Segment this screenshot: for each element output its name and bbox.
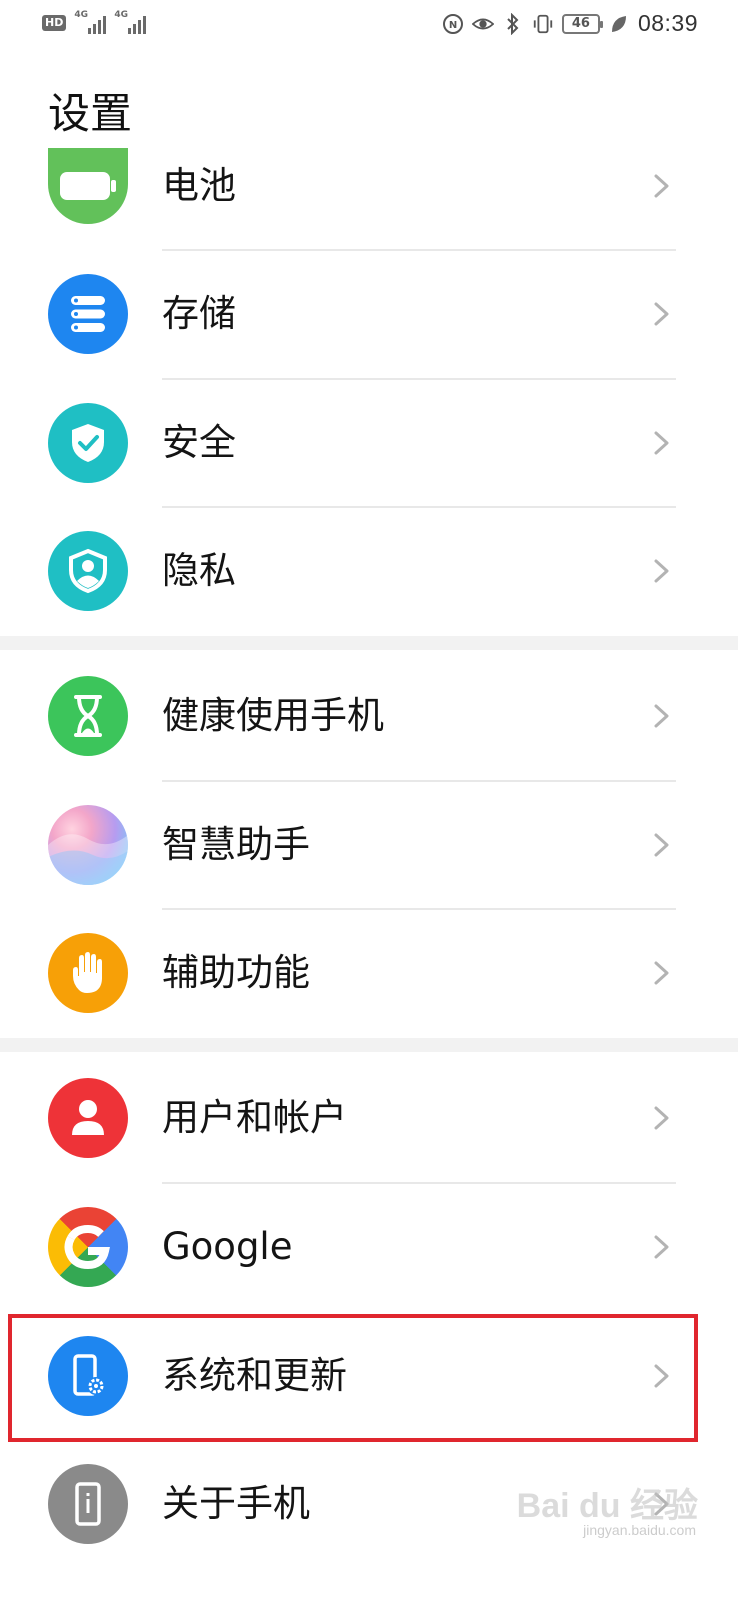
chevron-right-icon [654, 961, 669, 985]
sim1-signal-icon: 4G [74, 10, 107, 34]
settings-item-label: 用户和帐户 [162, 1096, 347, 1139]
settings-item-assistant[interactable]: 智慧助手 [0, 781, 738, 909]
leaf-icon [608, 13, 630, 35]
status-bar: HD 4G 4G N 46 08:39 [0, 0, 738, 50]
hand-icon [48, 933, 128, 1013]
eye-comfort-icon [471, 13, 494, 35]
settings-item-privacy[interactable]: 隐私 [0, 507, 738, 635]
settings-item-system-update[interactable]: 系统和更新 [0, 1312, 738, 1440]
shield-check-icon [48, 403, 128, 483]
battery-indicator: 46 [561, 13, 603, 34]
phone-info-icon [48, 1464, 128, 1544]
settings-item-label: Google [162, 1225, 293, 1268]
chevron-right-icon [654, 431, 669, 455]
settings-item-label: 辅助功能 [162, 951, 310, 994]
settings-item-label: 隐私 [162, 549, 236, 592]
sim2-signal-icon: 4G [114, 10, 147, 34]
privacy-icon [48, 531, 128, 611]
settings-item-label: 关于手机 [162, 1482, 310, 1525]
chevron-right-icon [654, 559, 669, 583]
chevron-right-icon [654, 704, 669, 728]
nfc-icon: N [442, 13, 464, 35]
settings-item-battery[interactable]: 电池 [0, 122, 738, 250]
settings-item-accessibility[interactable]: 辅助功能 [0, 909, 738, 1037]
watermark-url: jingyan.baidu.com [583, 1522, 696, 1538]
section-separator [0, 1038, 738, 1052]
bluetooth-icon [502, 12, 524, 35]
chevron-right-icon [654, 302, 669, 326]
storage-icon [48, 274, 128, 354]
settings-item-google[interactable]: Google [0, 1183, 738, 1311]
google-icon [48, 1207, 128, 1287]
watermark-logo: Bai du 经验 [516, 1487, 698, 1525]
hd-voice-badge: HD [42, 15, 67, 31]
status-bar-right: N 46 08:39 [442, 10, 698, 37]
settings-item-label: 健康使用手机 [162, 694, 384, 737]
svg-text:N: N [449, 20, 457, 31]
settings-item-label: 安全 [162, 421, 236, 464]
status-bar-left: HD 4G 4G [42, 10, 147, 34]
section-separator [0, 636, 738, 650]
assistant-icon [48, 805, 128, 885]
chevron-right-icon [654, 1364, 669, 1388]
settings-item-security[interactable]: 安全 [0, 379, 738, 507]
chevron-right-icon [654, 174, 669, 198]
settings-item-users-accounts[interactable]: 用户和帐户 [0, 1054, 738, 1182]
settings-item-label: 系统和更新 [162, 1354, 347, 1397]
status-time: 08:39 [637, 10, 698, 36]
chevron-right-icon [654, 1235, 669, 1259]
settings-item-label: 智慧助手 [162, 823, 310, 866]
settings-item-label: 电池 [162, 164, 236, 207]
settings-item-digital-balance[interactable]: 健康使用手机 [0, 652, 738, 780]
chevron-right-icon [654, 833, 669, 857]
vibrate-icon [532, 13, 554, 35]
settings-item-storage[interactable]: 存储 [0, 250, 738, 378]
phone-gear-icon [48, 1336, 128, 1416]
battery-icon [48, 148, 128, 224]
user-icon [48, 1078, 128, 1158]
settings-item-label: 存储 [162, 292, 236, 335]
hourglass-icon [48, 676, 128, 756]
chevron-right-icon [654, 1106, 669, 1130]
